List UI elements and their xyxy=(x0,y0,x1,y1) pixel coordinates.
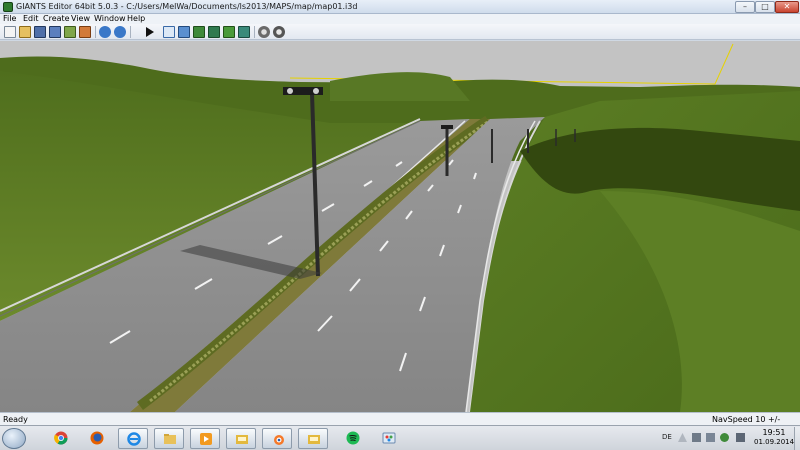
clock-time[interactable]: 19:51 xyxy=(754,428,794,437)
taskbar-folder[interactable] xyxy=(226,428,256,449)
undo-icon[interactable] xyxy=(99,26,111,38)
paint-icon xyxy=(382,432,396,444)
clock-date[interactable]: 01.09.2014 xyxy=(754,438,794,446)
taskbar-file-explorer[interactable] xyxy=(154,428,184,449)
giants-app-icon xyxy=(3,2,13,12)
menu-edit[interactable]: Edit xyxy=(23,14,39,24)
toolbar xyxy=(0,24,800,40)
decal-paint-icon[interactable] xyxy=(238,26,250,38)
folder-icon xyxy=(308,435,320,444)
toolbar-separator xyxy=(95,26,96,38)
action-center-icon[interactable] xyxy=(692,433,701,442)
taskbar-spotify[interactable] xyxy=(338,428,368,449)
media-player-icon xyxy=(200,433,212,445)
taskbar-internet-explorer[interactable] xyxy=(118,428,148,449)
export-icon[interactable] xyxy=(79,26,91,38)
foliage-paint-icon[interactable] xyxy=(223,26,235,38)
network-icon[interactable] xyxy=(706,433,715,442)
terrain-sculpt-icon[interactable] xyxy=(193,26,205,38)
menu-view[interactable]: View xyxy=(71,14,90,24)
folder-icon xyxy=(236,435,248,444)
application-window: GIANTS Editor 64bit 5.0.3 - C:/Users/Mel… xyxy=(0,0,800,450)
menu-help[interactable]: Help xyxy=(127,14,145,24)
play-icon[interactable] xyxy=(143,26,155,38)
redo-icon[interactable] xyxy=(114,26,126,38)
gear-icon[interactable] xyxy=(273,26,285,38)
menu-file[interactable]: File xyxy=(3,14,16,24)
settings-icon[interactable] xyxy=(258,26,270,38)
nav-speed-indicator: NavSpeed 10 +/- xyxy=(712,415,781,424)
taskbar-chrome[interactable] xyxy=(46,428,76,449)
status-bar: Ready NavSpeed 10 +/- xyxy=(0,412,800,425)
menu-window[interactable]: Window xyxy=(94,14,126,24)
blender-icon xyxy=(274,435,284,445)
taskbar-folder-2[interactable] xyxy=(298,428,328,449)
select-icon[interactable] xyxy=(163,26,175,38)
start-button[interactable] xyxy=(2,428,26,449)
window-title: GIANTS Editor 64bit 5.0.3 - C:/Users/Mel… xyxy=(16,2,358,11)
spotify-icon xyxy=(346,431,360,445)
3d-viewport[interactable] xyxy=(0,41,800,412)
terrain-paint-icon[interactable] xyxy=(208,26,220,38)
volume-icon[interactable] xyxy=(736,433,745,442)
windows-taskbar: DE 19:51 01.09.2014 xyxy=(0,425,800,450)
menu-bar: File Edit Create View Window Help xyxy=(0,14,800,24)
keyboard-language[interactable]: DE xyxy=(662,433,672,441)
taskbar-firefox[interactable] xyxy=(82,428,112,449)
minimize-button[interactable]: – xyxy=(735,1,755,13)
new-file-icon[interactable] xyxy=(4,26,16,38)
close-button[interactable]: ✕ xyxy=(775,1,799,13)
toolbar-separator xyxy=(254,26,255,38)
firefox-icon xyxy=(90,431,104,445)
move-icon[interactable] xyxy=(178,26,190,38)
internet-explorer-icon xyxy=(127,432,141,446)
show-hidden-icons-icon[interactable] xyxy=(678,433,687,442)
maximize-button[interactable]: □ xyxy=(755,1,775,13)
title-bar[interactable]: GIANTS Editor 64bit 5.0.3 - C:/Users/Mel… xyxy=(0,0,800,14)
tray-app-icon[interactable] xyxy=(720,433,729,442)
taskbar-blender[interactable] xyxy=(262,428,292,449)
taskbar-media-player[interactable] xyxy=(190,428,220,449)
menu-create[interactable]: Create xyxy=(43,14,70,24)
file-explorer-icon xyxy=(164,434,176,444)
import-icon[interactable] xyxy=(64,26,76,38)
status-text: Ready xyxy=(3,415,28,424)
show-desktop-button[interactable] xyxy=(794,427,800,450)
open-file-icon[interactable] xyxy=(19,26,31,38)
taskbar-paint[interactable] xyxy=(374,428,404,449)
chrome-icon xyxy=(54,431,68,445)
toolbar-separator xyxy=(130,26,131,38)
viewport-scene xyxy=(0,41,800,412)
save-as-icon[interactable] xyxy=(49,26,61,38)
save-icon[interactable] xyxy=(34,26,46,38)
